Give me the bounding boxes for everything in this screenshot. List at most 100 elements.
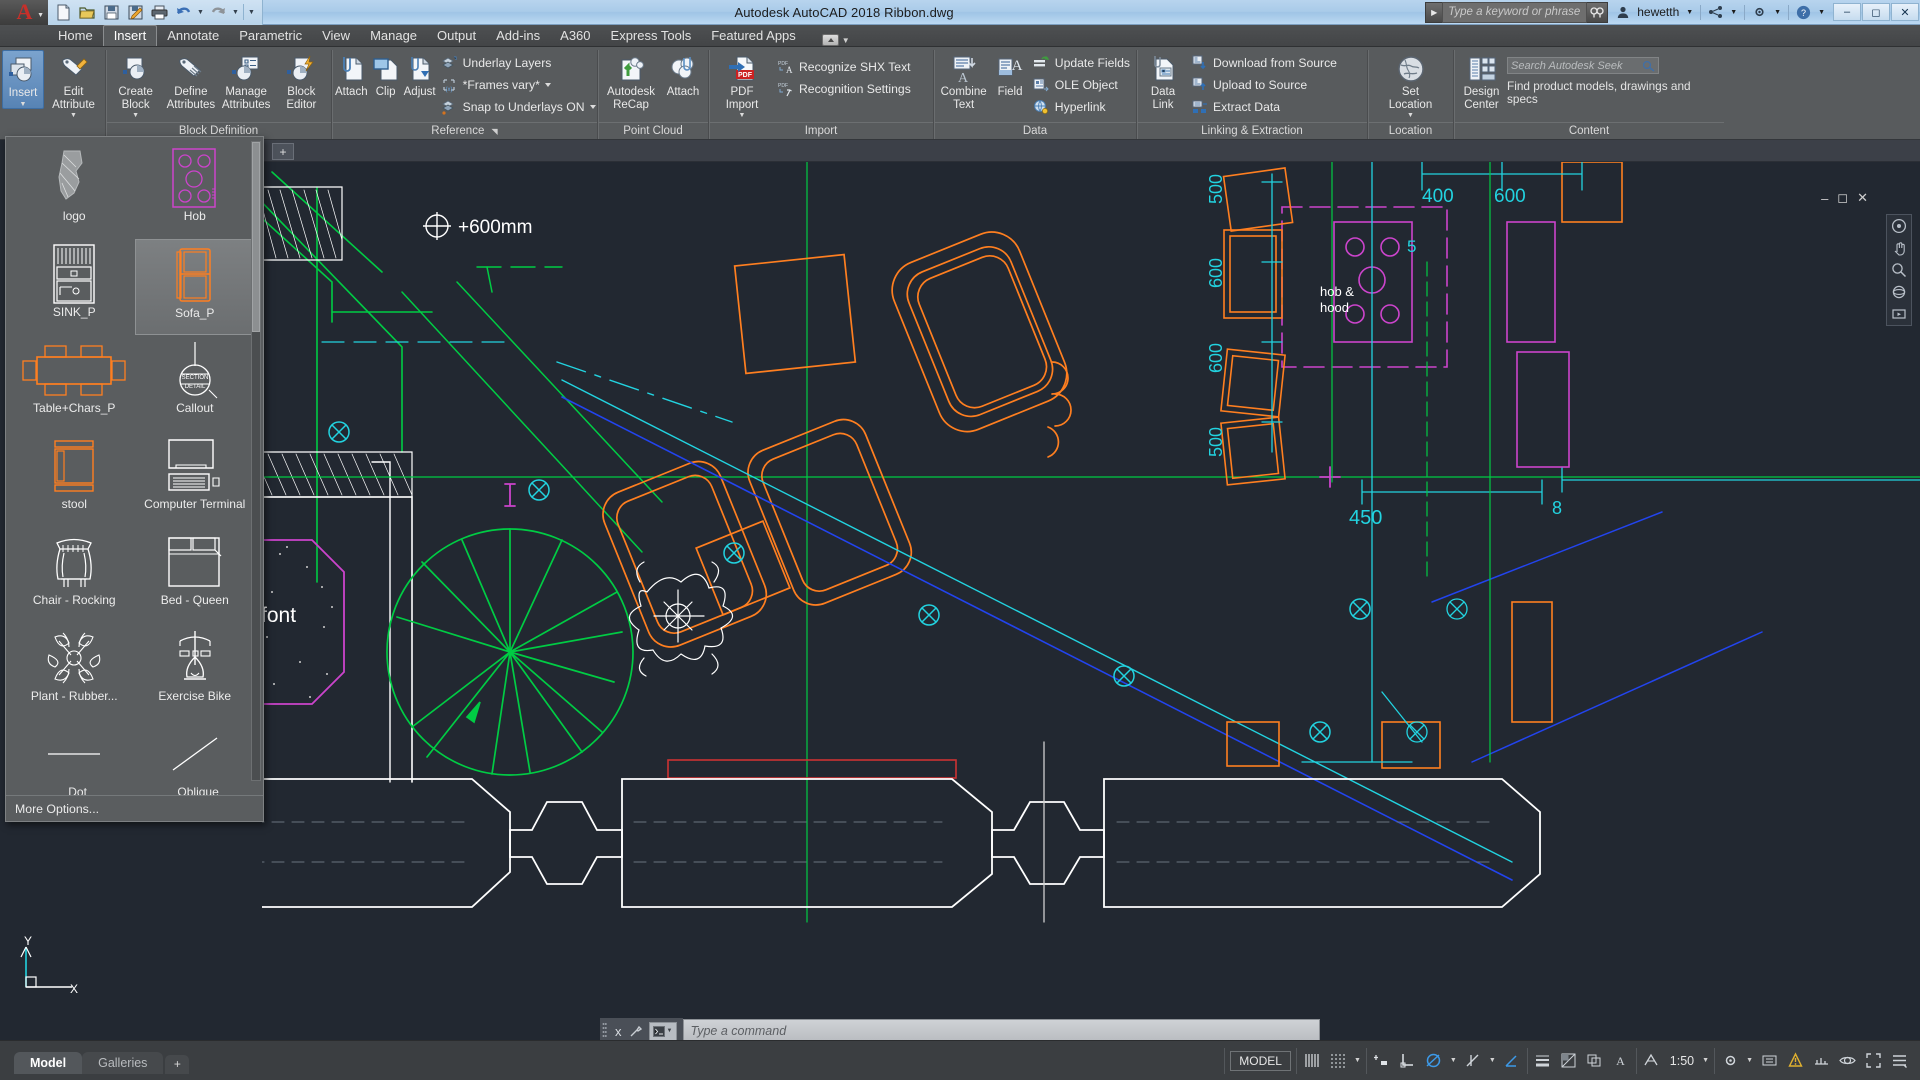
define-attributes-button[interactable]: Define Attributes bbox=[163, 50, 218, 111]
annotation-visibility-icon[interactable]: A bbox=[1611, 1051, 1631, 1071]
infer-constraints-icon[interactable] bbox=[1372, 1051, 1392, 1071]
customization-menu-icon[interactable] bbox=[1889, 1051, 1909, 1071]
gallery-item-stool[interactable]: stool bbox=[14, 431, 135, 527]
adjust-button[interactable]: Adjust bbox=[403, 50, 437, 99]
undo-dropdown-icon[interactable]: ▼ bbox=[196, 9, 205, 16]
field-button[interactable]: A Field bbox=[991, 50, 1029, 99]
gallery-item-bed-queen[interactable]: Bed - Queen bbox=[135, 527, 256, 623]
command-prompt-icon[interactable]: ▼ bbox=[648, 1021, 677, 1041]
recognize-shx-text-button[interactable]: PDF A Recognize SHX Text bbox=[773, 56, 915, 78]
gallery-item-sofa-p[interactable]: Sofa_P bbox=[134, 239, 255, 335]
showmotion-icon[interactable] bbox=[1890, 305, 1908, 323]
zoom-extents-icon[interactable] bbox=[1890, 261, 1908, 279]
chevron-down-icon[interactable]: ▼ bbox=[20, 101, 27, 108]
attach-button[interactable]: Attach bbox=[334, 50, 369, 99]
gallery-scrollbar-thumb[interactable] bbox=[252, 142, 260, 332]
minimize-button[interactable]: – bbox=[1833, 3, 1861, 21]
save-file-icon[interactable] bbox=[100, 2, 122, 23]
gallery-scrollbar[interactable] bbox=[251, 141, 261, 781]
tab-view[interactable]: View bbox=[312, 26, 360, 46]
chevron-down-icon[interactable]: ▼ bbox=[70, 112, 77, 119]
transparency-icon[interactable] bbox=[1559, 1051, 1579, 1071]
tab-manage[interactable]: Manage bbox=[360, 26, 427, 46]
object-snap-icon[interactable] bbox=[1463, 1051, 1483, 1071]
lineweight-icon[interactable] bbox=[1533, 1051, 1553, 1071]
design-center-button[interactable]: Design Center bbox=[1456, 50, 1507, 111]
navigation-bar[interactable] bbox=[1886, 214, 1912, 326]
gallery-item-sink-p[interactable]: SINK_P bbox=[14, 239, 135, 335]
steering-wheel-icon[interactable] bbox=[1890, 217, 1908, 235]
polar-dropdown-icon[interactable]: ▼ bbox=[1450, 1057, 1457, 1064]
seek-search-icon[interactable] bbox=[1642, 60, 1655, 72]
tab-home[interactable]: Home bbox=[48, 26, 103, 46]
create-block-button[interactable]: Create Block ▼ bbox=[108, 50, 163, 119]
extract-data-button[interactable]: Extract Data bbox=[1187, 96, 1341, 118]
viewport-close-icon[interactable]: ✕ bbox=[1857, 190, 1868, 206]
annotation-scale-dropdown-icon[interactable]: ▼ bbox=[1702, 1057, 1709, 1064]
redo-icon[interactable] bbox=[207, 2, 229, 23]
undo-icon[interactable] bbox=[172, 2, 194, 23]
tab-express-tools[interactable]: Express Tools bbox=[601, 26, 702, 46]
download-from-source-button[interactable]: Download from Source bbox=[1187, 52, 1341, 74]
orbit-icon[interactable] bbox=[1890, 283, 1908, 301]
infocenter-expand-icon[interactable]: ▶ bbox=[1425, 1, 1443, 23]
new-file-icon[interactable] bbox=[52, 2, 74, 23]
autodesk-seek-input[interactable]: Search Autodesk Seek bbox=[1507, 57, 1659, 74]
search-input[interactable]: Type a keyword or phrase bbox=[1442, 1, 1588, 23]
snap-mode-icon[interactable] bbox=[1328, 1051, 1348, 1071]
command-close-icon[interactable]: x bbox=[615, 1024, 622, 1039]
osnap-dropdown-icon[interactable]: ▼ bbox=[1489, 1057, 1496, 1064]
gallery-item-chair-rocking[interactable]: Chair - Rocking bbox=[14, 527, 135, 623]
set-location-button[interactable]: Set Location ▼ bbox=[1376, 50, 1446, 119]
polar-tracking-icon[interactable] bbox=[1424, 1051, 1444, 1071]
ole-object-button[interactable]: OLE Object bbox=[1029, 74, 1134, 96]
gallery-item-dot[interactable]: _Dot bbox=[14, 719, 135, 795]
annotation-scale-icon[interactable] bbox=[1642, 1051, 1662, 1071]
selection-cycling-icon[interactable] bbox=[1585, 1051, 1605, 1071]
insert-block-gallery[interactable]: logo Hob SINK_P Sofa_P Table+Chars_P SEC… bbox=[5, 136, 264, 822]
save-as-file-icon[interactable] bbox=[124, 2, 146, 23]
command-settings-icon[interactable] bbox=[628, 1024, 643, 1039]
update-fields-button[interactable]: Update Fields bbox=[1029, 52, 1134, 74]
application-menu-button[interactable]: A ▼ bbox=[0, 0, 48, 25]
open-file-icon[interactable] bbox=[76, 2, 98, 23]
chevron-down-icon[interactable]: ▼ bbox=[1407, 112, 1414, 119]
isolate-objects-icon[interactable] bbox=[1837, 1051, 1857, 1071]
autodesk-recap-button[interactable]: Autodesk ReCap bbox=[600, 50, 662, 111]
grid-display-icon[interactable] bbox=[1302, 1051, 1322, 1071]
ribbon-minimize-control[interactable]: ▼ bbox=[821, 34, 850, 46]
tab-parametric[interactable]: Parametric bbox=[229, 26, 312, 46]
tab-annotate[interactable]: Annotate bbox=[157, 26, 229, 46]
tab-featured-apps[interactable]: Featured Apps bbox=[701, 26, 806, 46]
viewport-minimize-icon[interactable]: – bbox=[1821, 191, 1828, 206]
hyperlink-button[interactable]: Hyperlink bbox=[1029, 96, 1134, 118]
insert-button[interactable]: Insert ▼ bbox=[2, 50, 44, 109]
gear-icon[interactable] bbox=[1720, 1051, 1740, 1071]
pan-icon[interactable] bbox=[1890, 239, 1908, 257]
new-drawing-tab-button[interactable]: + bbox=[272, 143, 294, 160]
tab-output[interactable]: Output bbox=[427, 26, 486, 46]
ortho-mode-icon[interactable] bbox=[1398, 1051, 1418, 1071]
chevron-down-icon[interactable]: ▼ bbox=[132, 112, 139, 119]
search-icon[interactable] bbox=[1587, 1, 1609, 23]
customize-qat-icon[interactable]: ▼ bbox=[247, 9, 256, 16]
drawing-canvas[interactable]: + +600mm font 400 600 500 600 600 500 5 … bbox=[0, 140, 1920, 1040]
close-button[interactable]: ✕ bbox=[1891, 3, 1919, 21]
gallery-more-options[interactable]: More Options... bbox=[6, 795, 263, 821]
user-account-menu[interactable]: hewetth ▼ ▼ ▼ ? ▼ bbox=[1608, 4, 1833, 20]
chevron-down-icon[interactable]: ▼ bbox=[739, 112, 746, 119]
gallery-item-plant-rubber[interactable]: Plant - Rubber... bbox=[14, 623, 135, 719]
chevron-down-icon[interactable] bbox=[589, 105, 596, 109]
frames-vary-button[interactable]: (x) *Frames vary* bbox=[437, 74, 600, 96]
snap-to-underlays-button[interactable]: Snap to Underlays ON bbox=[437, 96, 600, 118]
workspace-dropdown-icon[interactable]: ▼ bbox=[1746, 1057, 1753, 1064]
clip-button[interactable]: Clip bbox=[369, 50, 403, 99]
snap-dropdown-icon[interactable]: ▼ bbox=[1354, 1057, 1361, 1064]
gallery-item-oblique[interactable]: _Oblique bbox=[135, 719, 256, 795]
upload-to-source-button[interactable]: Upload to Source bbox=[1187, 74, 1341, 96]
tab-a360[interactable]: A360 bbox=[550, 26, 600, 46]
chevron-down-icon[interactable] bbox=[544, 83, 551, 87]
gallery-item-callout[interactable]: SECTION DETAIL Callout bbox=[135, 335, 256, 431]
pdf-import-button[interactable]: PDF PDF Import ▼ bbox=[711, 50, 773, 119]
model-space-viewport[interactable]: +600mm font 400 600 500 600 600 500 5 ho… bbox=[262, 162, 1920, 1040]
